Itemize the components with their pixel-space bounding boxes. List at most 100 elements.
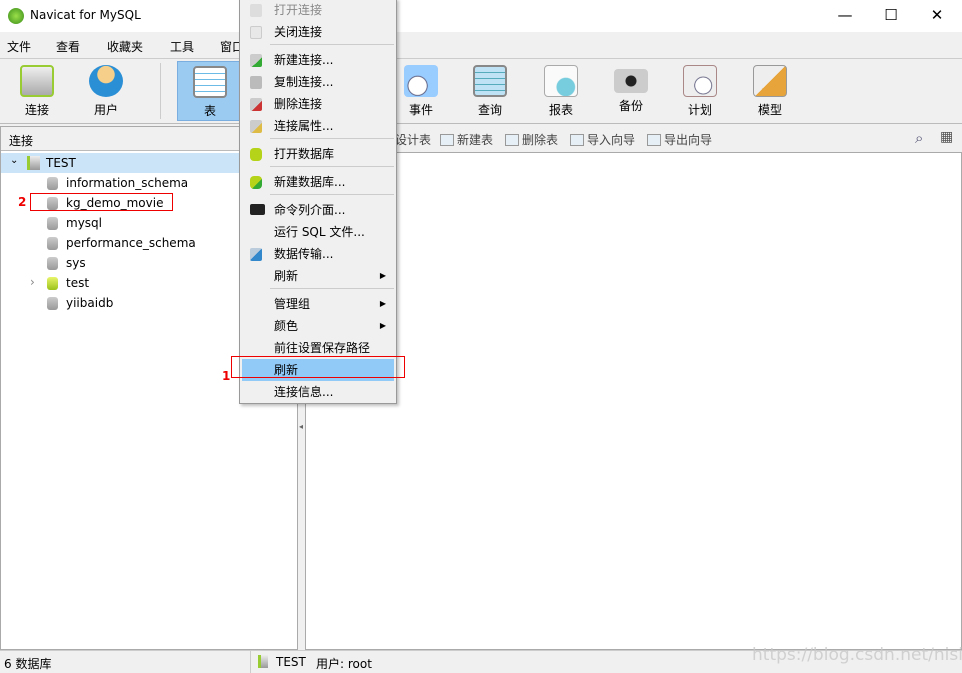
toolbar-connection-button[interactable]: 连接: [4, 61, 70, 121]
menu-file[interactable]: 文件: [7, 38, 31, 55]
export-icon: [647, 134, 661, 146]
database-icon: [250, 148, 262, 161]
close-button[interactable]: ✕: [914, 0, 960, 32]
menu-label: 刷新: [274, 269, 299, 283]
new-connection-icon: [250, 54, 262, 67]
menu-item-run-sql-file[interactable]: 运行 SQL 文件...: [242, 221, 394, 243]
database-icon: [47, 217, 58, 230]
delete-table-button[interactable]: 删除表: [505, 131, 558, 148]
toolbar-report-button[interactable]: 报表: [528, 61, 594, 121]
maximize-button[interactable]: ☐: [868, 0, 914, 32]
button-label: 导入向导: [587, 133, 636, 147]
menu-item-data-transfer[interactable]: 数据传输...: [242, 243, 394, 265]
search-icon[interactable]: ⌕: [915, 129, 923, 147]
database-open-icon: [47, 277, 58, 290]
menu-item-open-database[interactable]: 打开数据库: [242, 143, 394, 165]
menu-item-delete-connection[interactable]: 删除连接: [242, 93, 394, 115]
chevron-right-icon[interactable]: ›: [30, 275, 35, 289]
menu-label: 删除连接: [274, 97, 323, 111]
annotation-box-refresh: [231, 356, 405, 378]
connection-icon: [20, 65, 54, 97]
new-table-icon: [440, 134, 454, 146]
menu-separator: [270, 288, 394, 289]
toolbar-query-button[interactable]: 查询: [457, 61, 523, 121]
annotation-box-database: [30, 193, 173, 211]
user-icon: [89, 65, 123, 97]
menu-item-refresh-submenu[interactable]: 刷新 ▶: [242, 265, 394, 287]
minimize-button[interactable]: —: [822, 0, 868, 32]
menu-separator: [270, 194, 394, 195]
database-name: performance_schema: [66, 236, 196, 250]
main-toolbar: 连接 用户 表 事件 查询 报表 备份 计划 模型: [0, 58, 962, 124]
menu-label: 新建数据库...: [274, 175, 346, 189]
object-list-panel: [305, 152, 962, 650]
delete-connection-icon: [250, 98, 262, 111]
toolbar-label: 表: [203, 104, 216, 118]
submenu-arrow-icon: ▶: [379, 271, 386, 280]
toolbar-label: 用户: [93, 103, 118, 117]
connection-name: TEST: [46, 156, 76, 170]
duplicate-connection-icon: [250, 76, 262, 89]
menu-item-connection-info[interactable]: 连接信息...: [242, 381, 394, 403]
menu-item-new-connection[interactable]: 新建连接...: [242, 49, 394, 71]
button-label: 新建表: [457, 133, 494, 147]
toolbar-backup-button[interactable]: 备份: [598, 61, 664, 121]
chevron-down-icon[interactable]: ⌄: [10, 155, 18, 166]
menu-view[interactable]: 查看: [56, 38, 80, 55]
toolbar-model-button[interactable]: 模型: [737, 61, 803, 121]
toolbar-divider: [160, 63, 161, 119]
toolbar-label: 模型: [757, 103, 782, 117]
database-count: 6 数据库: [4, 657, 52, 671]
toolbar-event-button[interactable]: 事件: [388, 61, 454, 121]
schedule-icon: [683, 65, 717, 97]
new-database-icon: [250, 176, 262, 189]
toolbar-user-button[interactable]: 用户: [73, 61, 139, 121]
menu-item-manage-group[interactable]: 管理组 ▶: [242, 293, 394, 315]
database-name: information_schema: [66, 176, 189, 190]
toolbar-label: 报表: [548, 103, 573, 117]
menu-label: 连接属性...: [274, 119, 334, 133]
new-table-button[interactable]: 新建表: [440, 131, 493, 148]
menu-item-duplicate-connection[interactable]: 复制连接...: [242, 71, 394, 93]
database-name: test: [66, 276, 90, 290]
toolbar-label: 连接: [24, 103, 49, 117]
backup-icon: [614, 69, 648, 93]
model-icon: [753, 65, 787, 97]
terminal-icon: [250, 204, 265, 215]
query-icon: [473, 65, 507, 97]
menu-label: 新建连接...: [274, 53, 334, 67]
menu-label: 命令列介面...: [274, 203, 346, 217]
toolbar-label: 事件: [408, 103, 433, 117]
collapse-arrow-icon[interactable]: ◂: [299, 422, 303, 431]
properties-icon: [250, 120, 262, 133]
grid-view-icon[interactable]: ▦: [940, 129, 953, 145]
design-table-button[interactable]: 设计表: [395, 131, 431, 148]
toolbar-table-button[interactable]: 表: [177, 61, 243, 121]
close-connection-icon: [250, 26, 262, 39]
menu-item-command-line[interactable]: 命令列介面...: [242, 199, 394, 221]
database-name: mysql: [66, 216, 102, 230]
menu-label: 连接信息...: [274, 385, 334, 399]
status-divider: [250, 651, 251, 673]
import-wizard-button[interactable]: 导入向导: [570, 131, 635, 148]
menu-item-close-connection[interactable]: 关闭连接: [242, 21, 394, 43]
menu-label: 颜色: [274, 319, 299, 333]
menu-separator: [270, 166, 394, 167]
menu-item-color[interactable]: 颜色 ▶: [242, 315, 394, 337]
menu-item-open-connection[interactable]: 打开连接: [242, 0, 394, 21]
database-icon: [47, 177, 58, 190]
menu-label: 打开数据库: [274, 147, 335, 161]
menu-item-new-database[interactable]: 新建数据库...: [242, 171, 394, 193]
menu-favorites[interactable]: 收藏夹: [107, 38, 143, 55]
watermark: https://blog.csdn.net/nisite_J: [752, 645, 962, 665]
submenu-arrow-icon: ▶: [379, 299, 386, 308]
toolbar-schedule-button[interactable]: 计划: [667, 61, 733, 121]
toolbar-label: 备份: [618, 99, 643, 113]
delete-table-icon: [505, 134, 519, 146]
database-name: sys: [66, 256, 86, 270]
export-wizard-button[interactable]: 导出向导: [647, 131, 712, 148]
menu-tools[interactable]: 工具: [170, 38, 194, 55]
menu-item-connection-properties[interactable]: 连接属性...: [242, 115, 394, 137]
toolbar-label: 查询: [477, 103, 502, 117]
table-icon: [193, 66, 227, 98]
